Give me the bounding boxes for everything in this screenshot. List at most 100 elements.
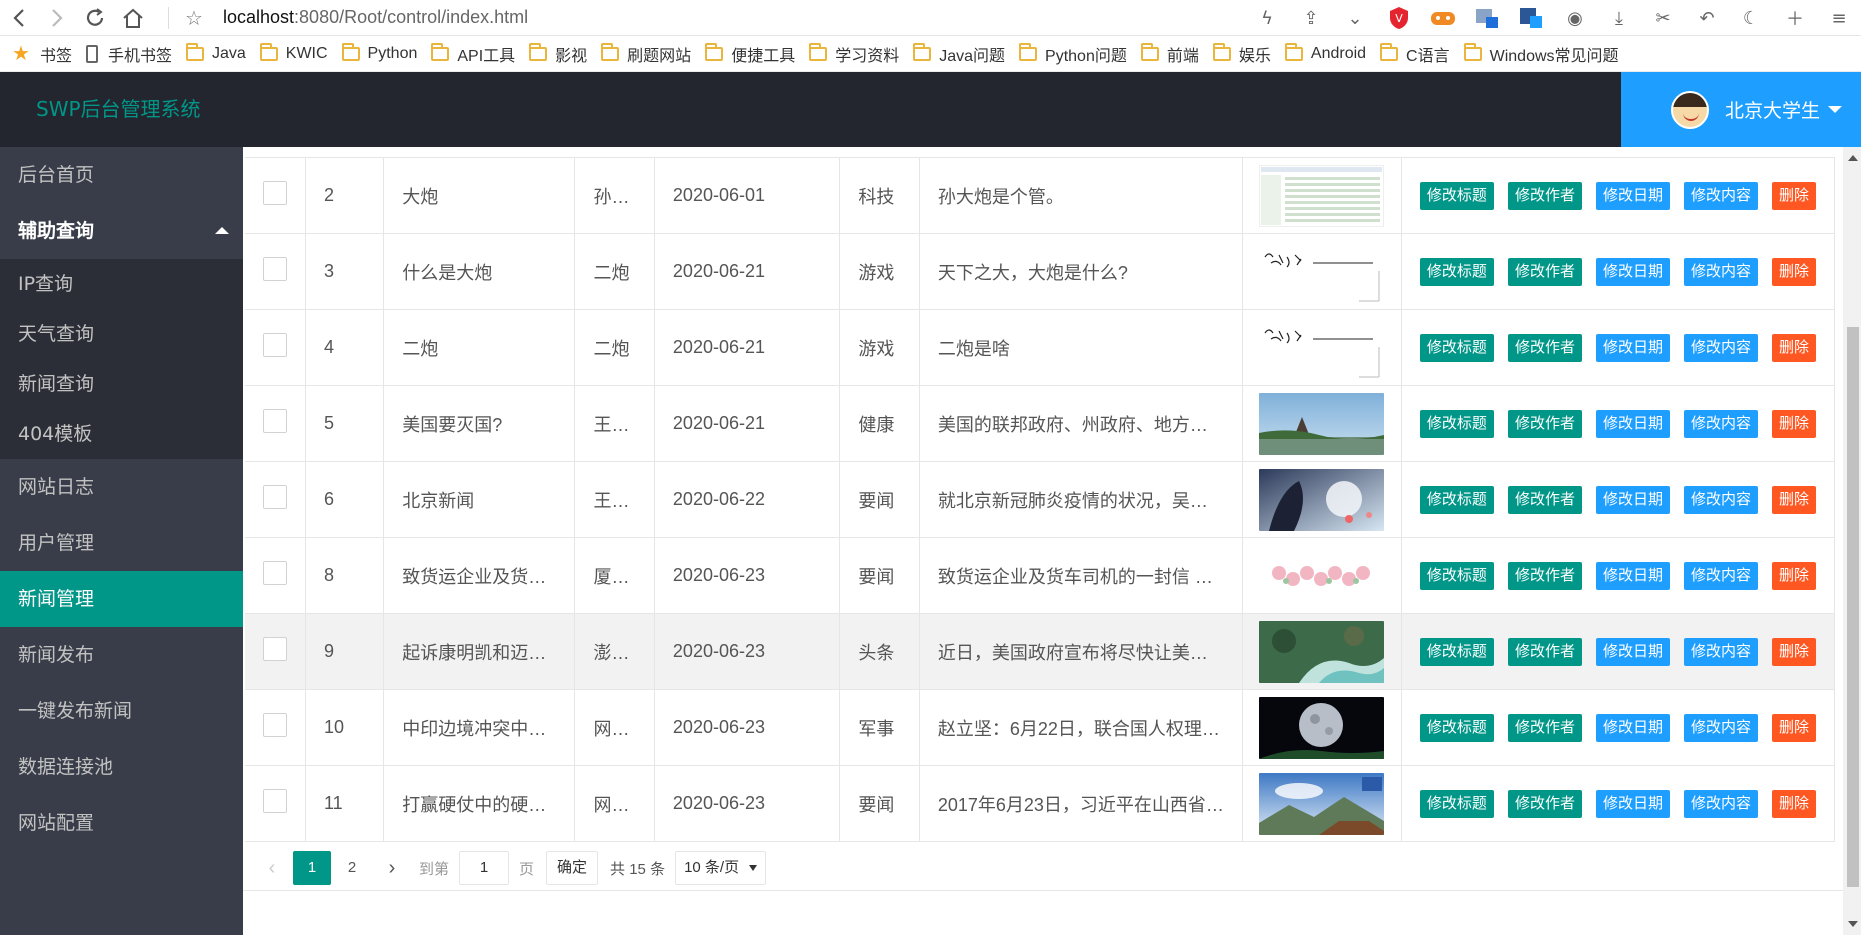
edit-title-button[interactable]: 修改标题	[1419, 257, 1494, 286]
sidebar-item-404-template[interactable]: 404模板	[0, 409, 243, 459]
row-checkbox[interactable]	[263, 713, 287, 737]
bookmark-folder[interactable]: 刷题网站	[601, 42, 691, 66]
delete-button[interactable]: 删除	[1771, 637, 1816, 666]
goto-confirm-button[interactable]: 确定	[546, 851, 599, 885]
shield-icon[interactable]: V	[1377, 0, 1421, 36]
sidebar-item-home[interactable]: 后台首页	[0, 147, 243, 203]
bookmark-folder[interactable]: Windows常见问题	[1463, 42, 1619, 66]
delete-button[interactable]: 删除	[1771, 561, 1816, 590]
edit-content-button[interactable]: 修改内容	[1683, 333, 1758, 362]
app-title[interactable]: SWP后台管理系统	[36, 72, 201, 147]
bookmark-folder[interactable]: 便捷工具	[705, 42, 795, 66]
delete-button[interactable]: 删除	[1771, 257, 1816, 286]
edit-content-button[interactable]: 修改内容	[1683, 485, 1758, 514]
row-checkbox[interactable]	[263, 485, 287, 509]
bookmark-folder[interactable]: Python问题	[1019, 42, 1127, 66]
address-bar[interactable]: localhost:8080/Root/control/index.html	[223, 7, 528, 28]
edit-title-button[interactable]: 修改标题	[1419, 485, 1494, 514]
next-page-icon[interactable]: ›	[373, 851, 411, 885]
edit-title-button[interactable]: 修改标题	[1419, 789, 1494, 818]
edit-title-button[interactable]: 修改标题	[1419, 637, 1494, 666]
back-icon[interactable]	[0, 0, 38, 36]
edit-date-button[interactable]: 修改日期	[1595, 561, 1670, 590]
extension-x-icon[interactable]	[1465, 0, 1509, 36]
edit-author-button[interactable]: 修改作者	[1507, 789, 1582, 818]
bookmark-folder[interactable]: 前端	[1140, 42, 1199, 66]
scrollbar-thumb[interactable]	[1847, 327, 1859, 887]
edit-author-button[interactable]: 修改作者	[1507, 409, 1582, 438]
edit-date-button[interactable]: 修改日期	[1595, 257, 1670, 286]
dropdown-icon[interactable]: ⌄	[1333, 0, 1377, 36]
bookmark-folder[interactable]: C语言	[1380, 42, 1450, 66]
bookmark-folder[interactable]: API工具	[431, 42, 515, 66]
sidebar-item-connection-pool[interactable]: 数据连接池	[0, 739, 243, 795]
prev-page-icon[interactable]: ‹	[253, 851, 291, 885]
delete-button[interactable]: 删除	[1771, 485, 1816, 514]
sidebar-item-user-admin[interactable]: 用户管理	[0, 515, 243, 571]
edit-author-button[interactable]: 修改作者	[1507, 333, 1582, 362]
scissors-icon[interactable]: ✂	[1641, 0, 1685, 36]
scroll-down-icon[interactable]	[1848, 921, 1858, 927]
bookmark-star-icon[interactable]: ☆	[179, 6, 209, 30]
edit-title-button[interactable]: 修改标题	[1419, 561, 1494, 590]
bookmark-folder[interactable]: Java	[185, 42, 246, 63]
edit-title-button[interactable]: 修改标题	[1419, 713, 1494, 742]
delete-button[interactable]: 删除	[1771, 181, 1816, 210]
page-size-select[interactable]: 10 条/页	[675, 851, 767, 885]
delete-button[interactable]: 删除	[1771, 409, 1816, 438]
edit-content-button[interactable]: 修改内容	[1683, 257, 1758, 286]
edit-date-button[interactable]: 修改日期	[1595, 713, 1670, 742]
edit-title-button[interactable]: 修改标题	[1419, 181, 1494, 210]
row-checkbox[interactable]	[263, 561, 287, 585]
edit-content-button[interactable]: 修改内容	[1683, 409, 1758, 438]
edit-date-button[interactable]: 修改日期	[1595, 409, 1670, 438]
extension-i-icon[interactable]	[1509, 0, 1553, 36]
bookmark-folder[interactable]: Python	[341, 42, 417, 63]
user-menu[interactable]: 北京大学生	[1621, 72, 1861, 147]
bookmark-folder[interactable]: 影视	[529, 42, 587, 66]
sidebar-item-site-log[interactable]: 网站日志	[0, 459, 243, 515]
sidebar-item-news-admin[interactable]: 新闻管理	[0, 571, 243, 627]
home-icon[interactable]	[114, 0, 152, 36]
share-icon[interactable]: ⇪	[1289, 0, 1333, 36]
reload-icon[interactable]	[76, 0, 114, 36]
sidebar-item-site-config[interactable]: 网站配置	[0, 795, 243, 851]
edit-date-button[interactable]: 修改日期	[1595, 637, 1670, 666]
edit-date-button[interactable]: 修改日期	[1595, 181, 1670, 210]
goto-page-input[interactable]: 1	[459, 851, 510, 885]
bookmark-folder[interactable]: Android	[1284, 42, 1366, 63]
undo-icon[interactable]: ↶	[1685, 0, 1729, 36]
edit-title-button[interactable]: 修改标题	[1419, 333, 1494, 362]
edit-date-button[interactable]: 修改日期	[1595, 333, 1670, 362]
bookmark-folder[interactable]: KWIC	[259, 42, 328, 63]
row-checkbox[interactable]	[263, 181, 287, 205]
edit-content-button[interactable]: 修改内容	[1683, 181, 1758, 210]
edit-author-button[interactable]: 修改作者	[1507, 257, 1582, 286]
delete-button[interactable]: 删除	[1771, 333, 1816, 362]
row-checkbox[interactable]	[263, 257, 287, 281]
edit-author-button[interactable]: 修改作者	[1507, 181, 1582, 210]
row-checkbox[interactable]	[263, 789, 287, 813]
delete-button[interactable]: 删除	[1771, 789, 1816, 818]
edit-author-button[interactable]: 修改作者	[1507, 637, 1582, 666]
edit-content-button[interactable]: 修改内容	[1683, 789, 1758, 818]
vertical-scrollbar[interactable]	[1843, 147, 1861, 935]
lightning-icon[interactable]: ϟ	[1245, 0, 1289, 36]
sidebar-item-weather-query[interactable]: 天气查询	[0, 309, 243, 359]
new-tab-icon[interactable]: ＋	[1773, 0, 1817, 36]
bookmark-item[interactable]: 手机书签	[85, 42, 172, 66]
bookmark-item[interactable]: ★ 书签	[12, 41, 72, 66]
menu-icon[interactable]: ≡	[1817, 0, 1861, 36]
edit-content-button[interactable]: 修改内容	[1683, 637, 1758, 666]
edit-title-button[interactable]: 修改标题	[1419, 409, 1494, 438]
page-current[interactable]: 1	[293, 851, 331, 885]
row-checkbox[interactable]	[263, 409, 287, 433]
edit-author-button[interactable]: 修改作者	[1507, 713, 1582, 742]
row-checkbox[interactable]	[263, 333, 287, 357]
row-checkbox[interactable]	[263, 637, 287, 661]
delete-button[interactable]: 删除	[1771, 713, 1816, 742]
page-link[interactable]: 2	[333, 851, 371, 885]
edit-author-button[interactable]: 修改作者	[1507, 561, 1582, 590]
bulb-icon[interactable]: ◉	[1553, 0, 1597, 36]
bookmark-folder[interactable]: Java问题	[913, 42, 1005, 66]
